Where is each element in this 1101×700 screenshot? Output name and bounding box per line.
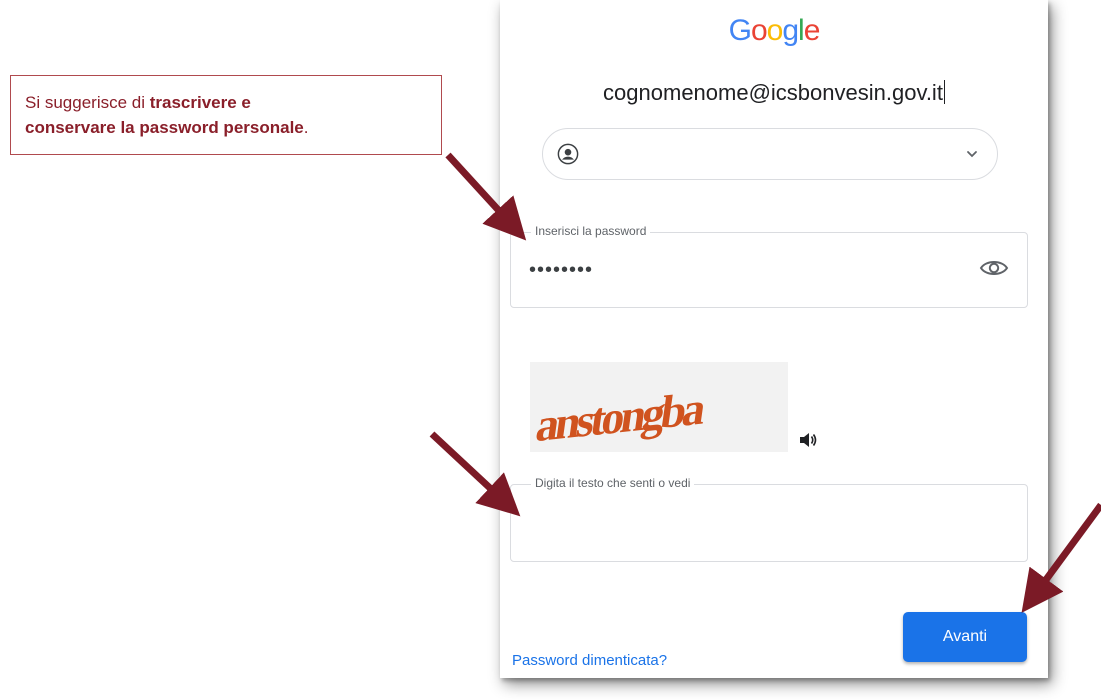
password-value: •••••••• — [529, 259, 594, 281]
speaker-icon[interactable] — [798, 430, 818, 450]
callout-line1-bold: trascrivere e — [149, 93, 251, 112]
account-selector[interactable] — [542, 128, 998, 180]
captcha-input[interactable] — [527, 513, 1011, 551]
captcha-image: anstongba — [530, 362, 788, 452]
signin-card: Google cognomenome@icsbonvesin.gov.it In… — [500, 0, 1048, 678]
account-email-text: cognomenome@icsbonvesin.gov.it — [603, 80, 943, 105]
logo-letter: e — [803, 14, 821, 47]
callout-line2-bold: conservare la password personale — [25, 118, 304, 137]
account-circle-icon — [557, 143, 579, 165]
callout-line1-prefix: Si suggerisce di — [25, 93, 150, 112]
captcha-field[interactable]: Digita il testo che senti o vedi — [510, 476, 1028, 562]
chevron-down-icon — [967, 151, 977, 158]
callout-line2-suffix: . — [303, 118, 309, 137]
account-email: cognomenome@icsbonvesin.gov.it — [500, 80, 1048, 106]
arrow-to-captcha — [429, 431, 521, 517]
forgot-password-link[interactable]: Password dimenticata? — [512, 652, 667, 669]
logo-letter: g — [782, 14, 799, 47]
captcha-label: Digita il testo che senti o vedi — [531, 476, 695, 490]
password-field[interactable]: Inserisci la password •••••••• — [510, 224, 1028, 308]
google-logo: Google — [500, 14, 1048, 48]
next-button[interactable]: Avanti — [903, 612, 1027, 662]
logo-letter: G — [728, 14, 752, 47]
logo-letter: o — [750, 14, 768, 47]
password-label: Inserisci la password — [531, 224, 651, 238]
text-caret — [943, 80, 945, 104]
eye-icon[interactable] — [979, 257, 1009, 279]
logo-letter: o — [766, 14, 784, 47]
instruction-callout: Si suggerisce di trascrivere e conservar… — [10, 75, 442, 155]
